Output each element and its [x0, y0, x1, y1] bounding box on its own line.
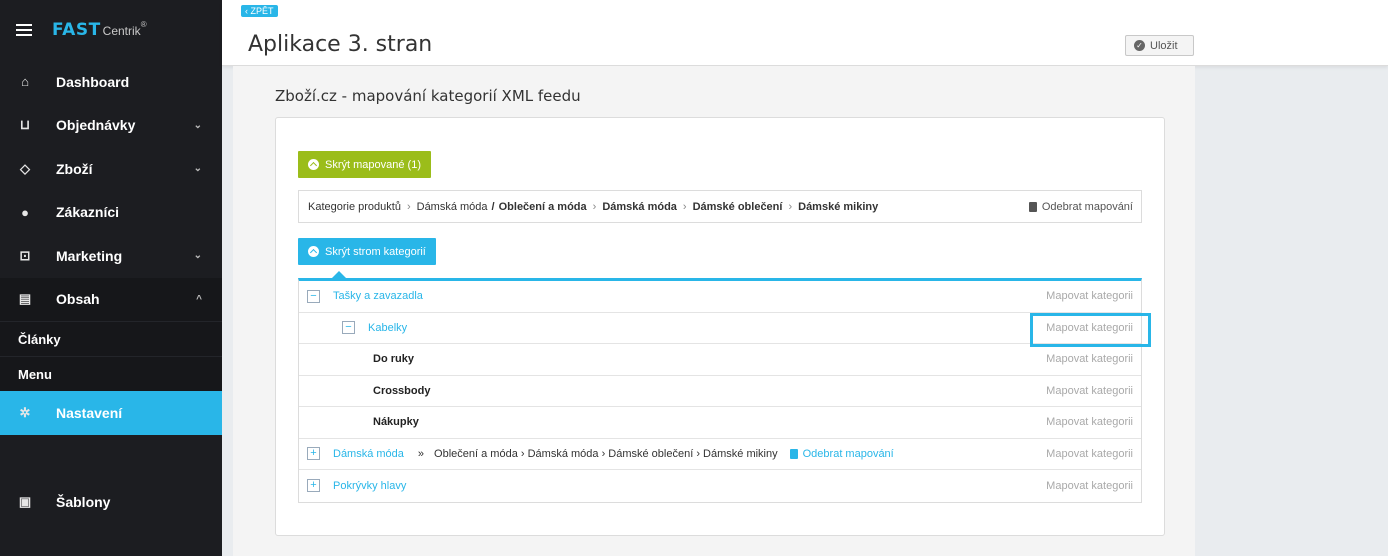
back-link[interactable]: ‹ ZPĚT	[241, 5, 278, 17]
map-category-button[interactable]: Mapovat kategorii	[1046, 480, 1133, 492]
map-category-button[interactable]: Mapovat kategorii	[1046, 385, 1133, 397]
tree-row: + Pokrývky hlavy Mapovat kategorii	[299, 470, 1141, 502]
remove-mapping-button[interactable]: Odebrat mapování	[789, 448, 894, 460]
category-leaf: Nákupky	[373, 416, 419, 429]
save-button[interactable]: ✓ Uložit	[1125, 35, 1194, 56]
hide-tree-button[interactable]: Skrýt strom kategorií	[298, 238, 436, 265]
map-category-button[interactable]: Mapovat kategorii	[1046, 290, 1133, 302]
map-category-button[interactable]: Mapovat kategorii	[1046, 353, 1133, 365]
tree-row: + Dámská móda » Oblečení a móda › Dámská…	[299, 439, 1141, 470]
mapped-path: Oblečení a móda › Dámská móda › Dámské o…	[434, 447, 778, 460]
chevron-up-circle-icon	[308, 159, 319, 170]
category-link[interactable]: Kabelky	[368, 322, 407, 334]
tree-row: − Kabelky Mapovat kategorii	[299, 312, 1151, 347]
sidebar-item-orders[interactable]: ⊔ Objednávky ⌄	[0, 104, 222, 148]
page-header: ‹ ZPĚT Aplikace 3. stran ✓ Uložit	[222, 0, 1388, 66]
category-tree: − Tašky a zavazadla Mapovat kategorii − …	[298, 278, 1151, 503]
trash-icon	[1028, 201, 1037, 212]
breadcrumb: Kategorie produktů › Dámská móda / Obleč…	[298, 190, 1142, 223]
page-title: Aplikace 3. stran	[248, 32, 433, 57]
collapse-icon[interactable]: −	[342, 321, 355, 335]
hamburger-menu-icon[interactable]	[16, 24, 32, 36]
sidebar-item-templates[interactable]: ▣ Šablony	[0, 480, 222, 524]
mapping-card: Skrýt mapované (1) Kategorie produktů › …	[275, 117, 1165, 536]
logo[interactable]: FAST Centrik®	[52, 20, 147, 40]
users-icon: ●	[21, 204, 29, 220]
chevron-up-circle-icon	[308, 246, 319, 257]
expand-icon[interactable]: +	[307, 447, 320, 461]
logo-bar: FAST Centrik®	[0, 0, 222, 60]
sidebar-item-dashboard[interactable]: ⌂ Dashboard	[0, 60, 222, 104]
presentation-icon: ⊡	[19, 247, 31, 263]
hide-mapped-button[interactable]: Skrýt mapované (1)	[298, 151, 431, 178]
sidebar-item-customers[interactable]: ● Zákazníci	[0, 191, 222, 235]
category-link[interactable]: Pokrývky hlavy	[333, 480, 406, 492]
category-leaf: Crossbody	[373, 384, 431, 397]
map-category-button[interactable]: Mapovat kategorii	[1046, 416, 1133, 428]
sidebar-item-content[interactable]: ▤ Obsah ^	[0, 277, 222, 321]
collapse-icon[interactable]: −	[307, 289, 320, 303]
category-link[interactable]: Tašky a zavazadla	[333, 290, 423, 302]
tree-row: − Tašky a zavazadla Mapovat kategorii	[299, 281, 1141, 313]
image-icon: ▣	[18, 493, 32, 509]
sidebar: FAST Centrik® ⌂ Dashboard ⊔ Objednávky ⌄ …	[0, 0, 222, 556]
expand-icon[interactable]: +	[307, 479, 320, 493]
home-icon: ⌂	[21, 74, 29, 90]
chevron-down-icon: ⌄	[193, 250, 202, 262]
cart-icon: ⊔	[19, 117, 31, 133]
tree-row: Crossbody Mapovat kategorii	[299, 376, 1141, 407]
map-category-button[interactable]: Mapovat kategorii	[1046, 448, 1133, 460]
category-link[interactable]: Dámská móda	[333, 448, 404, 460]
sidebar-item-settings[interactable]: ✲ Nastavení	[0, 391, 222, 435]
chevron-down-icon: ⌄	[193, 163, 202, 175]
remove-mapping-button[interactable]: Odebrat mapování	[1028, 201, 1133, 213]
sidebar-subitem-articles[interactable]: Články	[0, 321, 222, 356]
highlight-box	[1030, 312, 1151, 347]
tree-row: Do ruky Mapovat kategorii	[299, 344, 1141, 376]
section-title: Zboží.cz - mapování kategorií XML feedu	[275, 87, 581, 105]
sidebar-subitem-menu[interactable]: Menu	[0, 356, 222, 391]
chevron-up-icon: ^	[196, 293, 202, 305]
tree-row: Nákupky Mapovat kategorii	[299, 407, 1141, 439]
category-leaf: Do ruky	[373, 353, 414, 366]
check-circle-icon: ✓	[1134, 40, 1145, 51]
trash-icon	[789, 448, 798, 459]
chevron-down-icon: ⌄	[193, 119, 202, 131]
content-panel: Zboží.cz - mapování kategorií XML feedu …	[233, 66, 1195, 556]
sidebar-item-marketing[interactable]: ⊡ Marketing ⌄	[0, 234, 222, 278]
document-icon: ▤	[18, 291, 32, 307]
gear-icon: ✲	[19, 405, 31, 420]
tag-icon: ◇	[20, 160, 30, 176]
sidebar-item-products[interactable]: ◇ Zboží ⌄	[0, 147, 222, 191]
